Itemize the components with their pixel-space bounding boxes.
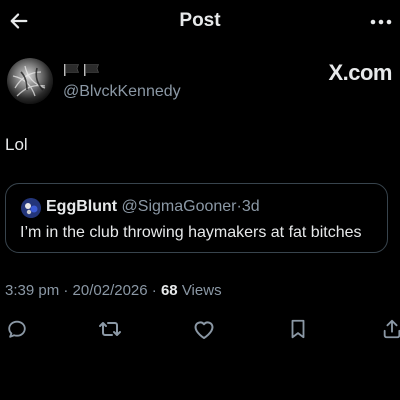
share-button[interactable] bbox=[380, 317, 400, 341]
quote-age: 3d bbox=[241, 198, 260, 215]
quote-avatar bbox=[21, 198, 41, 218]
post-meta: 3:39 pm · 20/02/2026 · 68 Views bbox=[5, 282, 222, 299]
display-name[interactable] bbox=[63, 63, 101, 76]
like-icon bbox=[194, 321, 214, 339]
quote-text: I’m in the club throwing haymakers at fa… bbox=[20, 224, 362, 241]
quote-header: EggBlunt @SigmaGooner·3d bbox=[46, 198, 260, 216]
repost-icon bbox=[99, 322, 121, 336]
bookmark-icon bbox=[291, 319, 305, 339]
quoted-post-card[interactable]: EggBlunt @SigmaGooner·3d I’m in the club… bbox=[5, 183, 388, 253]
top-bar: Post bbox=[0, 0, 400, 44]
source-badge: X.com bbox=[328, 60, 392, 85]
page-title: Post bbox=[179, 10, 221, 31]
share-icon bbox=[383, 319, 400, 339]
repost-button[interactable] bbox=[98, 317, 122, 341]
bookmark-button[interactable] bbox=[286, 317, 310, 341]
avatar[interactable] bbox=[7, 58, 53, 104]
reply-button[interactable] bbox=[5, 317, 29, 341]
reply-icon bbox=[8, 320, 26, 338]
more-options-button[interactable] bbox=[368, 12, 394, 32]
meta-separator: · bbox=[151, 282, 157, 299]
quote-avatar-image bbox=[21, 198, 41, 218]
post-time: 3:39 pm bbox=[5, 282, 60, 299]
post-date: 20/02/2026 bbox=[72, 282, 148, 299]
views-label: Views bbox=[181, 282, 222, 299]
post-text: Lol bbox=[5, 135, 28, 154]
more-horizontal-icon bbox=[370, 19, 392, 25]
quote-author-name[interactable]: EggBlunt bbox=[46, 198, 117, 215]
like-button[interactable] bbox=[192, 317, 216, 341]
black-flag-emoji bbox=[84, 64, 99, 76]
meta-separator: · bbox=[63, 282, 69, 299]
black-flag-emoji bbox=[64, 64, 79, 76]
author-handle[interactable]: @BlvckKennedy bbox=[63, 83, 181, 101]
views-count: 68 bbox=[160, 282, 178, 299]
quote-author-handle[interactable]: @SigmaGooner bbox=[122, 198, 237, 215]
author-avatar-image bbox=[7, 58, 53, 104]
